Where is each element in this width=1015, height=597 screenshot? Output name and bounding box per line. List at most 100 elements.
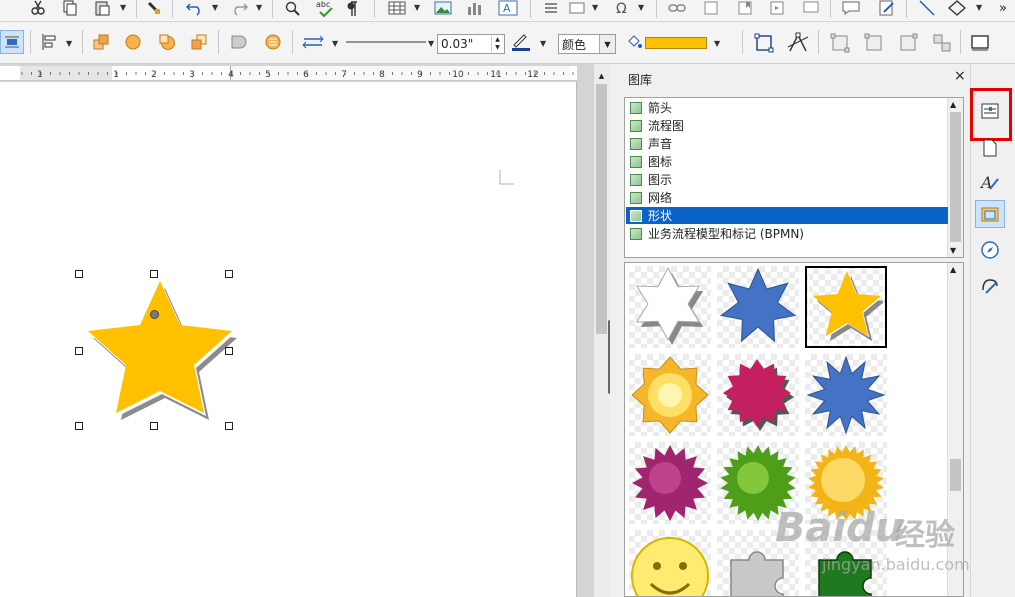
sidebar-tab[interactable]	[975, 236, 1005, 264]
hyperlink-icon[interactable]	[666, 0, 688, 16]
sidebar-tab[interactable]	[975, 97, 1005, 125]
gallery-item[interactable]	[629, 266, 711, 348]
ungroup-icon[interactable]	[930, 32, 954, 54]
line-width-field[interactable]: 0.03" ▲ ▼	[437, 34, 505, 54]
wrap-icon[interactable]	[0, 30, 24, 54]
cross-reference-icon[interactable]	[766, 0, 788, 16]
sidebar-tab[interactable]: A	[975, 168, 1005, 196]
theme-item[interactable]: 图标	[626, 153, 948, 170]
line-width-spinner[interactable]: ▲ ▼	[491, 36, 503, 52]
gallery-item[interactable]	[805, 354, 887, 436]
insert-line-icon[interactable]	[916, 0, 938, 16]
gallery-item[interactable]	[629, 530, 711, 596]
gallery-item[interactable]	[629, 354, 711, 436]
send-to-back-icon[interactable]	[188, 32, 210, 52]
theme-scroll-thumb[interactable]	[950, 112, 961, 242]
comment-icon[interactable]	[840, 0, 862, 16]
paste-dropdown-icon[interactable]: ▼	[120, 3, 126, 12]
line-color-icon[interactable]	[508, 32, 534, 52]
line-style-box[interactable]	[344, 34, 428, 50]
insert-table-icon[interactable]	[386, 0, 408, 16]
rotate-icon[interactable]	[752, 32, 776, 54]
find-replace-icon[interactable]	[282, 0, 304, 18]
area-style-select[interactable]: 颜色 ▼	[558, 34, 616, 54]
arrow-style-dropdown-icon[interactable]: ▼	[332, 39, 338, 48]
theme-item[interactable]: 图示	[626, 171, 948, 188]
formatting-marks-icon[interactable]	[344, 0, 360, 18]
resize-handle-top-right[interactable]	[225, 270, 233, 278]
theme-item[interactable]: 声音	[626, 135, 948, 152]
resize-handle-bottom-center[interactable]	[150, 422, 158, 430]
sidebar-tab[interactable]	[975, 272, 1005, 300]
basic-shapes-icon[interactable]	[946, 0, 968, 16]
resize-handle-bottom-left[interactable]	[75, 422, 83, 430]
insert-textbox-icon[interactable]: A	[496, 0, 520, 16]
gallery-item[interactable]	[717, 354, 799, 436]
resize-handle-middle-right[interactable]	[225, 347, 233, 355]
insert-chart-icon[interactable]	[464, 0, 486, 16]
insert-image-icon[interactable]	[432, 0, 454, 16]
theme-item[interactable]: 业务流程模型和标记 (BPMN)	[626, 225, 948, 242]
redo-dropdown-icon[interactable]: ▼	[256, 3, 262, 12]
theme-item[interactable]: 网络	[626, 189, 948, 206]
copy-icon[interactable]	[60, 0, 80, 16]
arrow-style-icon[interactable]	[300, 32, 326, 52]
theme-scroll-down-icon[interactable]: ▼	[950, 246, 956, 255]
gallery-item[interactable]	[717, 266, 799, 348]
document-vertical-scrollbar[interactable]: ▲	[593, 64, 614, 597]
points-icon[interactable]	[786, 32, 810, 54]
backward-one-icon[interactable]	[156, 32, 178, 52]
item-scroll-thumb[interactable]	[950, 459, 961, 491]
theme-list-scrollbar[interactable]: ▲ ▼	[947, 98, 963, 257]
close-deck-icon[interactable]: ×	[954, 68, 966, 84]
page-break-icon[interactable]	[540, 0, 562, 16]
line-color-dropdown-icon[interactable]: ▼	[540, 39, 546, 48]
fill-color-dropdown-icon[interactable]: ▼	[714, 39, 720, 48]
fill-color-swatch[interactable]	[645, 37, 707, 49]
align-objects-icon[interactable]	[38, 32, 62, 52]
gallery-item[interactable]	[805, 266, 887, 348]
resize-handle-bottom-right[interactable]	[225, 422, 233, 430]
theme-item[interactable]: 形状	[626, 207, 948, 224]
to-background-icon[interactable]	[228, 32, 250, 52]
more-options-chevron-icon[interactable]: »	[994, 0, 1012, 16]
star-shape[interactable]	[70, 267, 250, 457]
resize-handle-top-left[interactable]	[75, 270, 83, 278]
forward-one-icon[interactable]	[122, 32, 144, 52]
document-scroll-thumb[interactable]	[596, 84, 607, 334]
table-dropdown-icon[interactable]: ▼	[414, 3, 420, 12]
cut-icon[interactable]	[28, 0, 48, 16]
sidebar-tab[interactable]	[975, 200, 1005, 228]
shape-glue-point-handle[interactable]	[150, 310, 159, 319]
insert-field-icon[interactable]	[566, 0, 588, 16]
comment-icon-2[interactable]	[800, 0, 822, 16]
enter-group-icon[interactable]	[862, 32, 886, 54]
gallery-theme-list[interactable]: ▲ ▼ 箭头 流程图 声音 图标 图示 网络 形状 业务流程模型和标记 (BPMN)	[624, 97, 964, 258]
field-dropdown-icon[interactable]: ▼	[592, 3, 598, 12]
undo-dropdown-icon[interactable]: ▼	[212, 3, 218, 12]
spelling-icon[interactable]: abc	[314, 0, 338, 18]
area-style-dropdown-icon[interactable]: ▼	[599, 35, 615, 53]
frame-icon[interactable]	[968, 32, 992, 54]
scroll-up-icon[interactable]: ▲	[595, 72, 608, 80]
line-style-dropdown-icon[interactable]: ▼	[428, 39, 434, 48]
clone-formatting-icon[interactable]	[144, 0, 164, 16]
bring-to-front-icon[interactable]	[90, 32, 112, 52]
document-page[interactable]	[0, 82, 577, 597]
item-scroll-up-icon[interactable]: ▲	[950, 265, 956, 274]
sidebar-tab[interactable]	[975, 134, 1005, 162]
bookmark-icon[interactable]	[734, 0, 756, 16]
theme-item[interactable]: 箭头	[626, 99, 948, 116]
basic-shapes-dropdown-icon[interactable]: ▼	[976, 3, 982, 12]
special-character-icon[interactable]: Ω	[612, 0, 634, 16]
horizontal-ruler[interactable]: 1123456789101112	[0, 66, 577, 81]
to-foreground-icon[interactable]	[262, 32, 284, 52]
fill-bucket-icon[interactable]	[624, 32, 644, 52]
theme-item[interactable]: 流程图	[626, 117, 948, 134]
redo-icon[interactable]	[228, 0, 250, 16]
special-character-dropdown-icon[interactable]: ▼	[638, 3, 644, 12]
gallery-item[interactable]	[629, 442, 711, 524]
undo-icon[interactable]	[184, 0, 206, 16]
paste-icon[interactable]	[92, 0, 112, 16]
align-dropdown-icon[interactable]: ▼	[66, 39, 72, 48]
